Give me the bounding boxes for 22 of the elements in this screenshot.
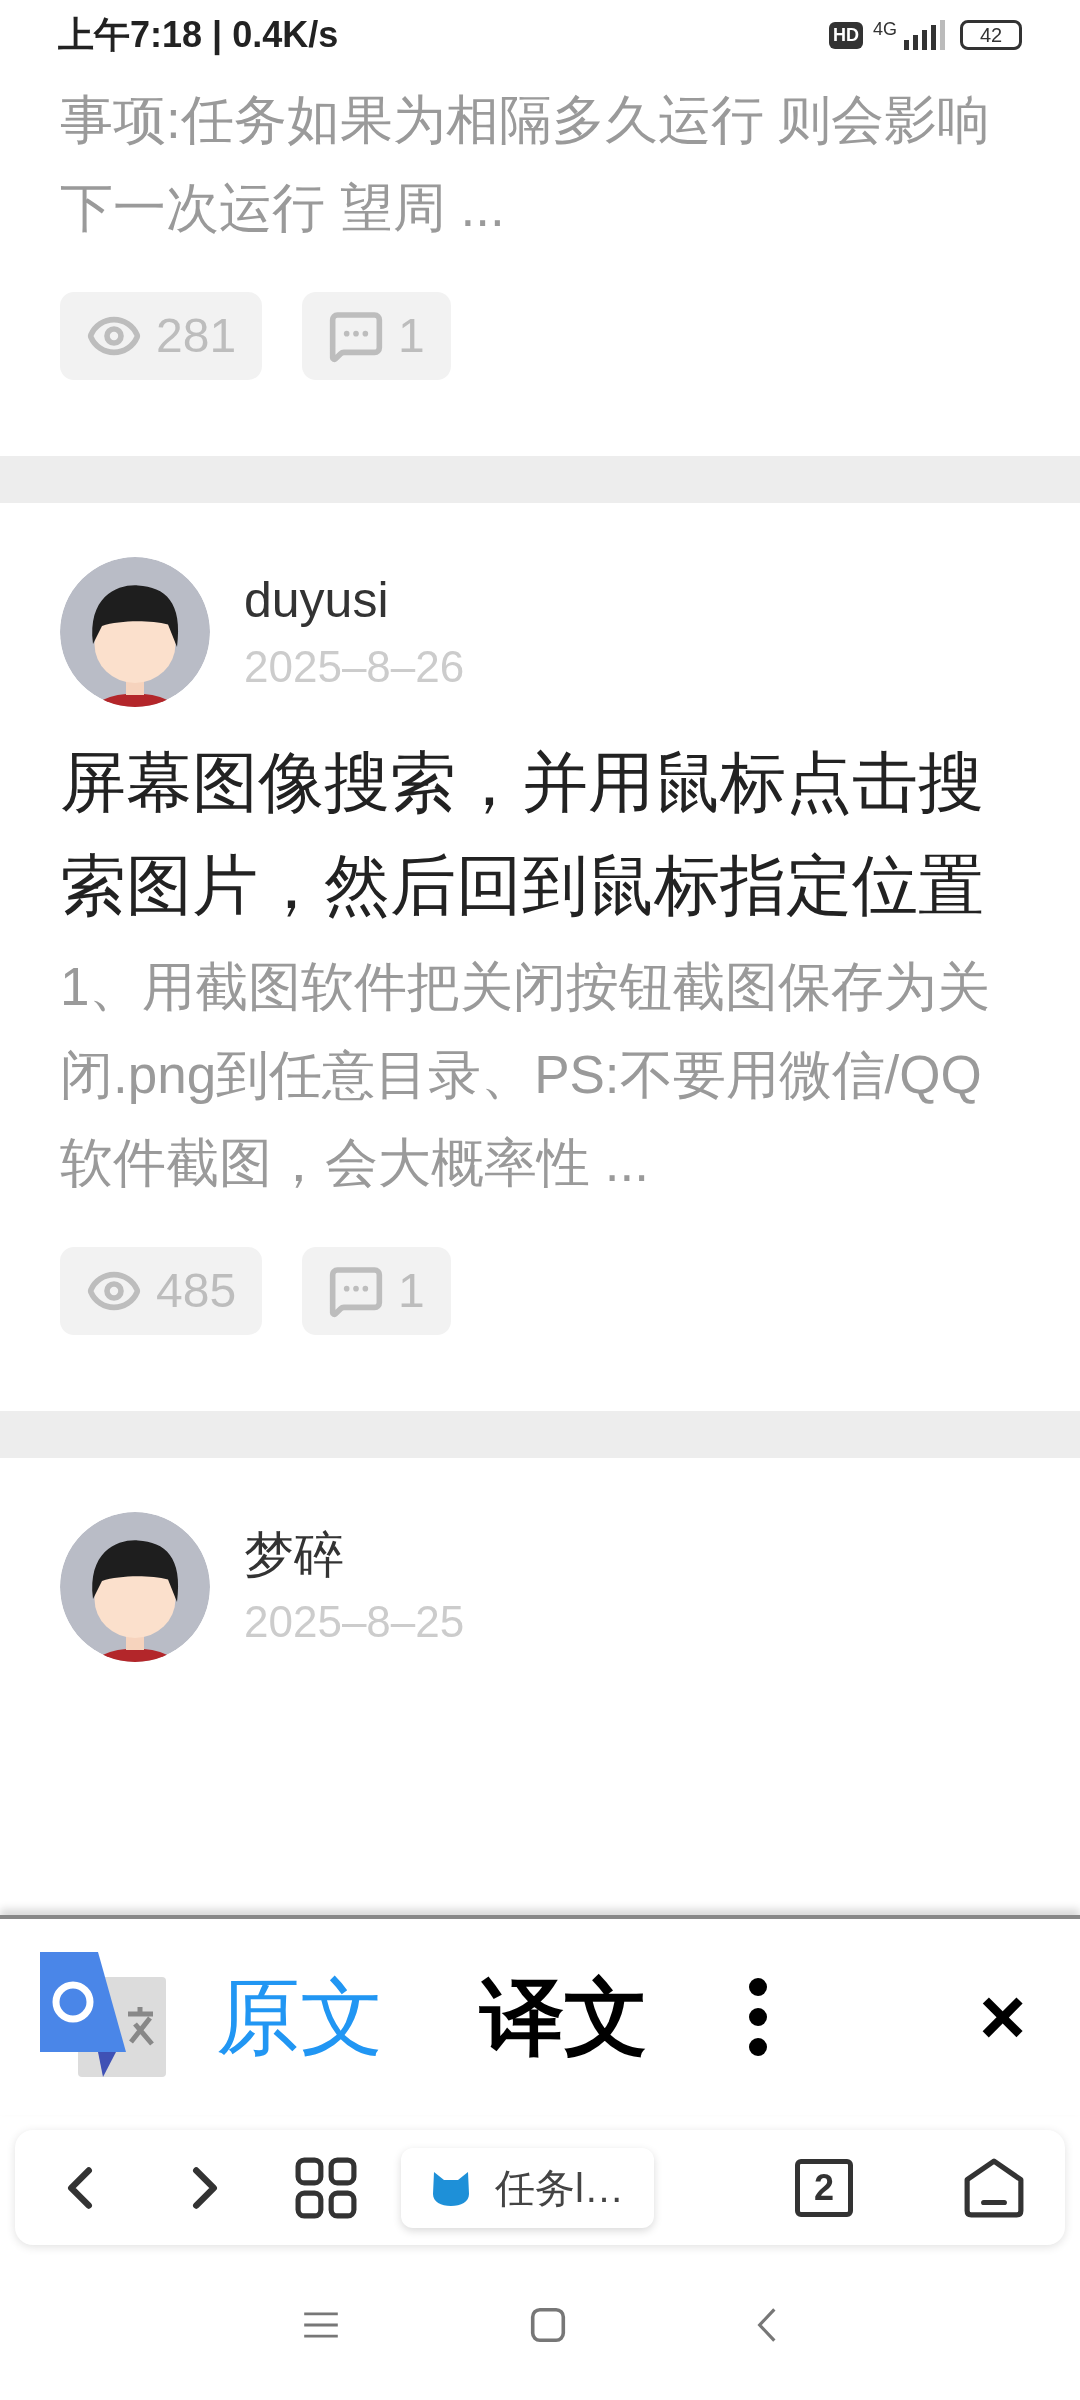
more-icon[interactable] bbox=[748, 1977, 768, 2057]
status-time: 上午7:18 | 0.4K/s bbox=[58, 13, 339, 58]
post-excerpt: 1、用截图软件把关闭按钮截图保存为关闭.png到任意目录、PS:不要用微信/QQ软件截图，会大概率性 ... bbox=[60, 956, 992, 1194]
current-tab-chip[interactable]: 任务l… bbox=[401, 2147, 654, 2228]
translate-tab[interactable]: 译文 bbox=[480, 1975, 648, 2059]
network-label: 4G bbox=[873, 20, 897, 38]
author-name[interactable]: duyusi bbox=[244, 565, 465, 635]
grid-icon[interactable] bbox=[295, 2156, 357, 2219]
back-nav-icon[interactable] bbox=[756, 2306, 778, 2344]
tab-count-button[interactable]: 2 bbox=[795, 2158, 853, 2217]
close-button[interactable]: × bbox=[979, 1977, 1026, 2057]
menu-icon[interactable] bbox=[302, 2311, 340, 2339]
post-title[interactable]: 屏幕图像搜索，并用鼠标点击搜索图片，然后回到鼠标指定位置 bbox=[60, 731, 1000, 937]
hd-badge: HD bbox=[829, 21, 863, 49]
home-square-icon[interactable] bbox=[530, 2307, 566, 2343]
avatar[interactable] bbox=[60, 557, 210, 707]
home-icon[interactable] bbox=[963, 2156, 1025, 2219]
avatar[interactable] bbox=[60, 1512, 210, 1662]
post-excerpt: 事项:任务如果为相隔多久运行 则会影响下一次运行 望周 ... bbox=[60, 89, 992, 239]
cat-icon bbox=[431, 2169, 471, 2206]
battery-icon: 42 bbox=[960, 20, 1022, 50]
author-name[interactable]: 梦碎 bbox=[244, 1520, 465, 1590]
